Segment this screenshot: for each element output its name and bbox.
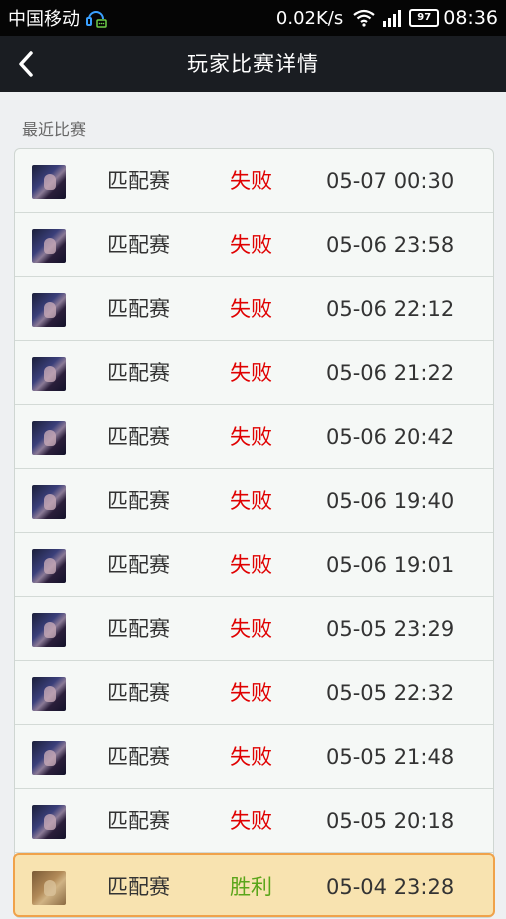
match-mode: 匹配赛 bbox=[107, 553, 170, 577]
match-result: 失败 bbox=[230, 489, 272, 513]
match-time: 05-07 00:30 bbox=[326, 169, 455, 193]
match-mode: 匹配赛 bbox=[107, 297, 170, 321]
match-mode: 匹配赛 bbox=[107, 489, 170, 513]
champion-avatar bbox=[32, 357, 66, 391]
match-result: 胜利 bbox=[230, 875, 272, 899]
match-result: 失败 bbox=[230, 297, 272, 321]
match-result: 失败 bbox=[230, 169, 272, 193]
battery-icon: 97 bbox=[409, 9, 440, 27]
match-result: 失败 bbox=[230, 233, 272, 257]
section-label: 最近比赛 bbox=[22, 120, 87, 139]
match-row[interactable]: 匹配赛 失败 05-07 00:30 bbox=[15, 149, 493, 213]
match-result: 失败 bbox=[230, 745, 272, 769]
match-time: 05-06 19:01 bbox=[326, 553, 455, 577]
champion-avatar bbox=[32, 677, 66, 711]
page-title: 玩家比赛详情 bbox=[187, 52, 319, 76]
match-row[interactable]: 匹配赛 失败 05-06 19:40 bbox=[15, 469, 493, 533]
match-time: 05-05 22:32 bbox=[326, 681, 455, 705]
status-bar: 中国移动 0.02K/s 97 08:36 bbox=[0, 0, 506, 36]
match-mode: 匹配赛 bbox=[107, 233, 170, 257]
carrier-name: 中国移动 bbox=[8, 9, 80, 30]
match-mode: 匹配赛 bbox=[107, 809, 170, 833]
status-right: 0.02K/s 97 08:36 bbox=[276, 7, 506, 29]
match-row[interactable]: 匹配赛 胜利 05-04 23:28 bbox=[13, 853, 495, 917]
match-result: 失败 bbox=[230, 425, 272, 449]
champion-avatar bbox=[32, 805, 66, 839]
match-row[interactable]: 匹配赛 失败 05-06 22:12 bbox=[15, 277, 493, 341]
champion-avatar bbox=[32, 421, 66, 455]
champion-avatar bbox=[32, 229, 66, 263]
match-row[interactable]: 匹配赛 失败 05-05 22:32 bbox=[15, 661, 493, 725]
match-mode: 匹配赛 bbox=[107, 169, 170, 193]
match-time: 05-05 23:29 bbox=[326, 617, 455, 641]
clock: 08:36 bbox=[443, 7, 498, 29]
match-time: 05-04 23:28 bbox=[326, 875, 455, 899]
match-mode: 匹配赛 bbox=[107, 745, 170, 769]
nav-bar: 玩家比赛详情 bbox=[0, 36, 506, 92]
match-row[interactable]: 匹配赛 失败 05-05 21:48 bbox=[15, 725, 493, 789]
wifi-icon bbox=[353, 9, 375, 27]
match-time: 05-05 20:18 bbox=[326, 809, 455, 833]
match-row[interactable]: 匹配赛 失败 05-06 19:01 bbox=[15, 533, 493, 597]
champion-avatar bbox=[32, 485, 66, 519]
match-result: 失败 bbox=[230, 681, 272, 705]
match-time: 05-06 19:40 bbox=[326, 489, 455, 513]
match-time: 05-06 23:58 bbox=[326, 233, 455, 257]
match-row[interactable]: 匹配赛 失败 05-05 20:18 bbox=[15, 789, 493, 853]
signal-icon bbox=[383, 10, 402, 27]
match-time: 05-06 21:22 bbox=[326, 361, 455, 385]
match-time: 05-06 20:42 bbox=[326, 425, 455, 449]
match-mode: 匹配赛 bbox=[107, 875, 170, 899]
net-speed: 0.02K/s bbox=[275, 7, 344, 29]
match-list: 匹配赛 失败 05-07 00:30 匹配赛 失败 05-06 23:58 匹配赛 失败 05-… bbox=[13, 148, 495, 918]
champion-avatar bbox=[32, 613, 66, 647]
status-left: 中国移动 bbox=[0, 5, 108, 31]
match-row[interactable]: 匹配赛 失败 05-06 21:22 bbox=[15, 341, 493, 405]
champion-avatar bbox=[32, 165, 66, 199]
match-time: 05-05 21:48 bbox=[326, 745, 455, 769]
champion-avatar bbox=[32, 741, 66, 775]
match-time: 05-06 22:12 bbox=[326, 297, 455, 321]
match-result: 失败 bbox=[230, 617, 272, 641]
match-mode: 匹配赛 bbox=[107, 361, 170, 385]
match-row[interactable]: 匹配赛 失败 05-06 20:42 bbox=[15, 405, 493, 469]
match-result: 失败 bbox=[230, 553, 272, 577]
champion-avatar bbox=[32, 549, 66, 583]
match-mode: 匹配赛 bbox=[107, 681, 170, 705]
champion-avatar bbox=[32, 293, 66, 327]
headset-icon bbox=[86, 11, 107, 28]
match-row[interactable]: 匹配赛 失败 05-05 23:29 bbox=[15, 597, 493, 661]
match-mode: 匹配赛 bbox=[107, 425, 170, 449]
match-row[interactable]: 匹配赛 失败 05-06 23:58 bbox=[15, 213, 493, 277]
match-result: 失败 bbox=[230, 809, 272, 833]
match-result: 失败 bbox=[230, 361, 272, 385]
match-mode: 匹配赛 bbox=[107, 617, 170, 641]
